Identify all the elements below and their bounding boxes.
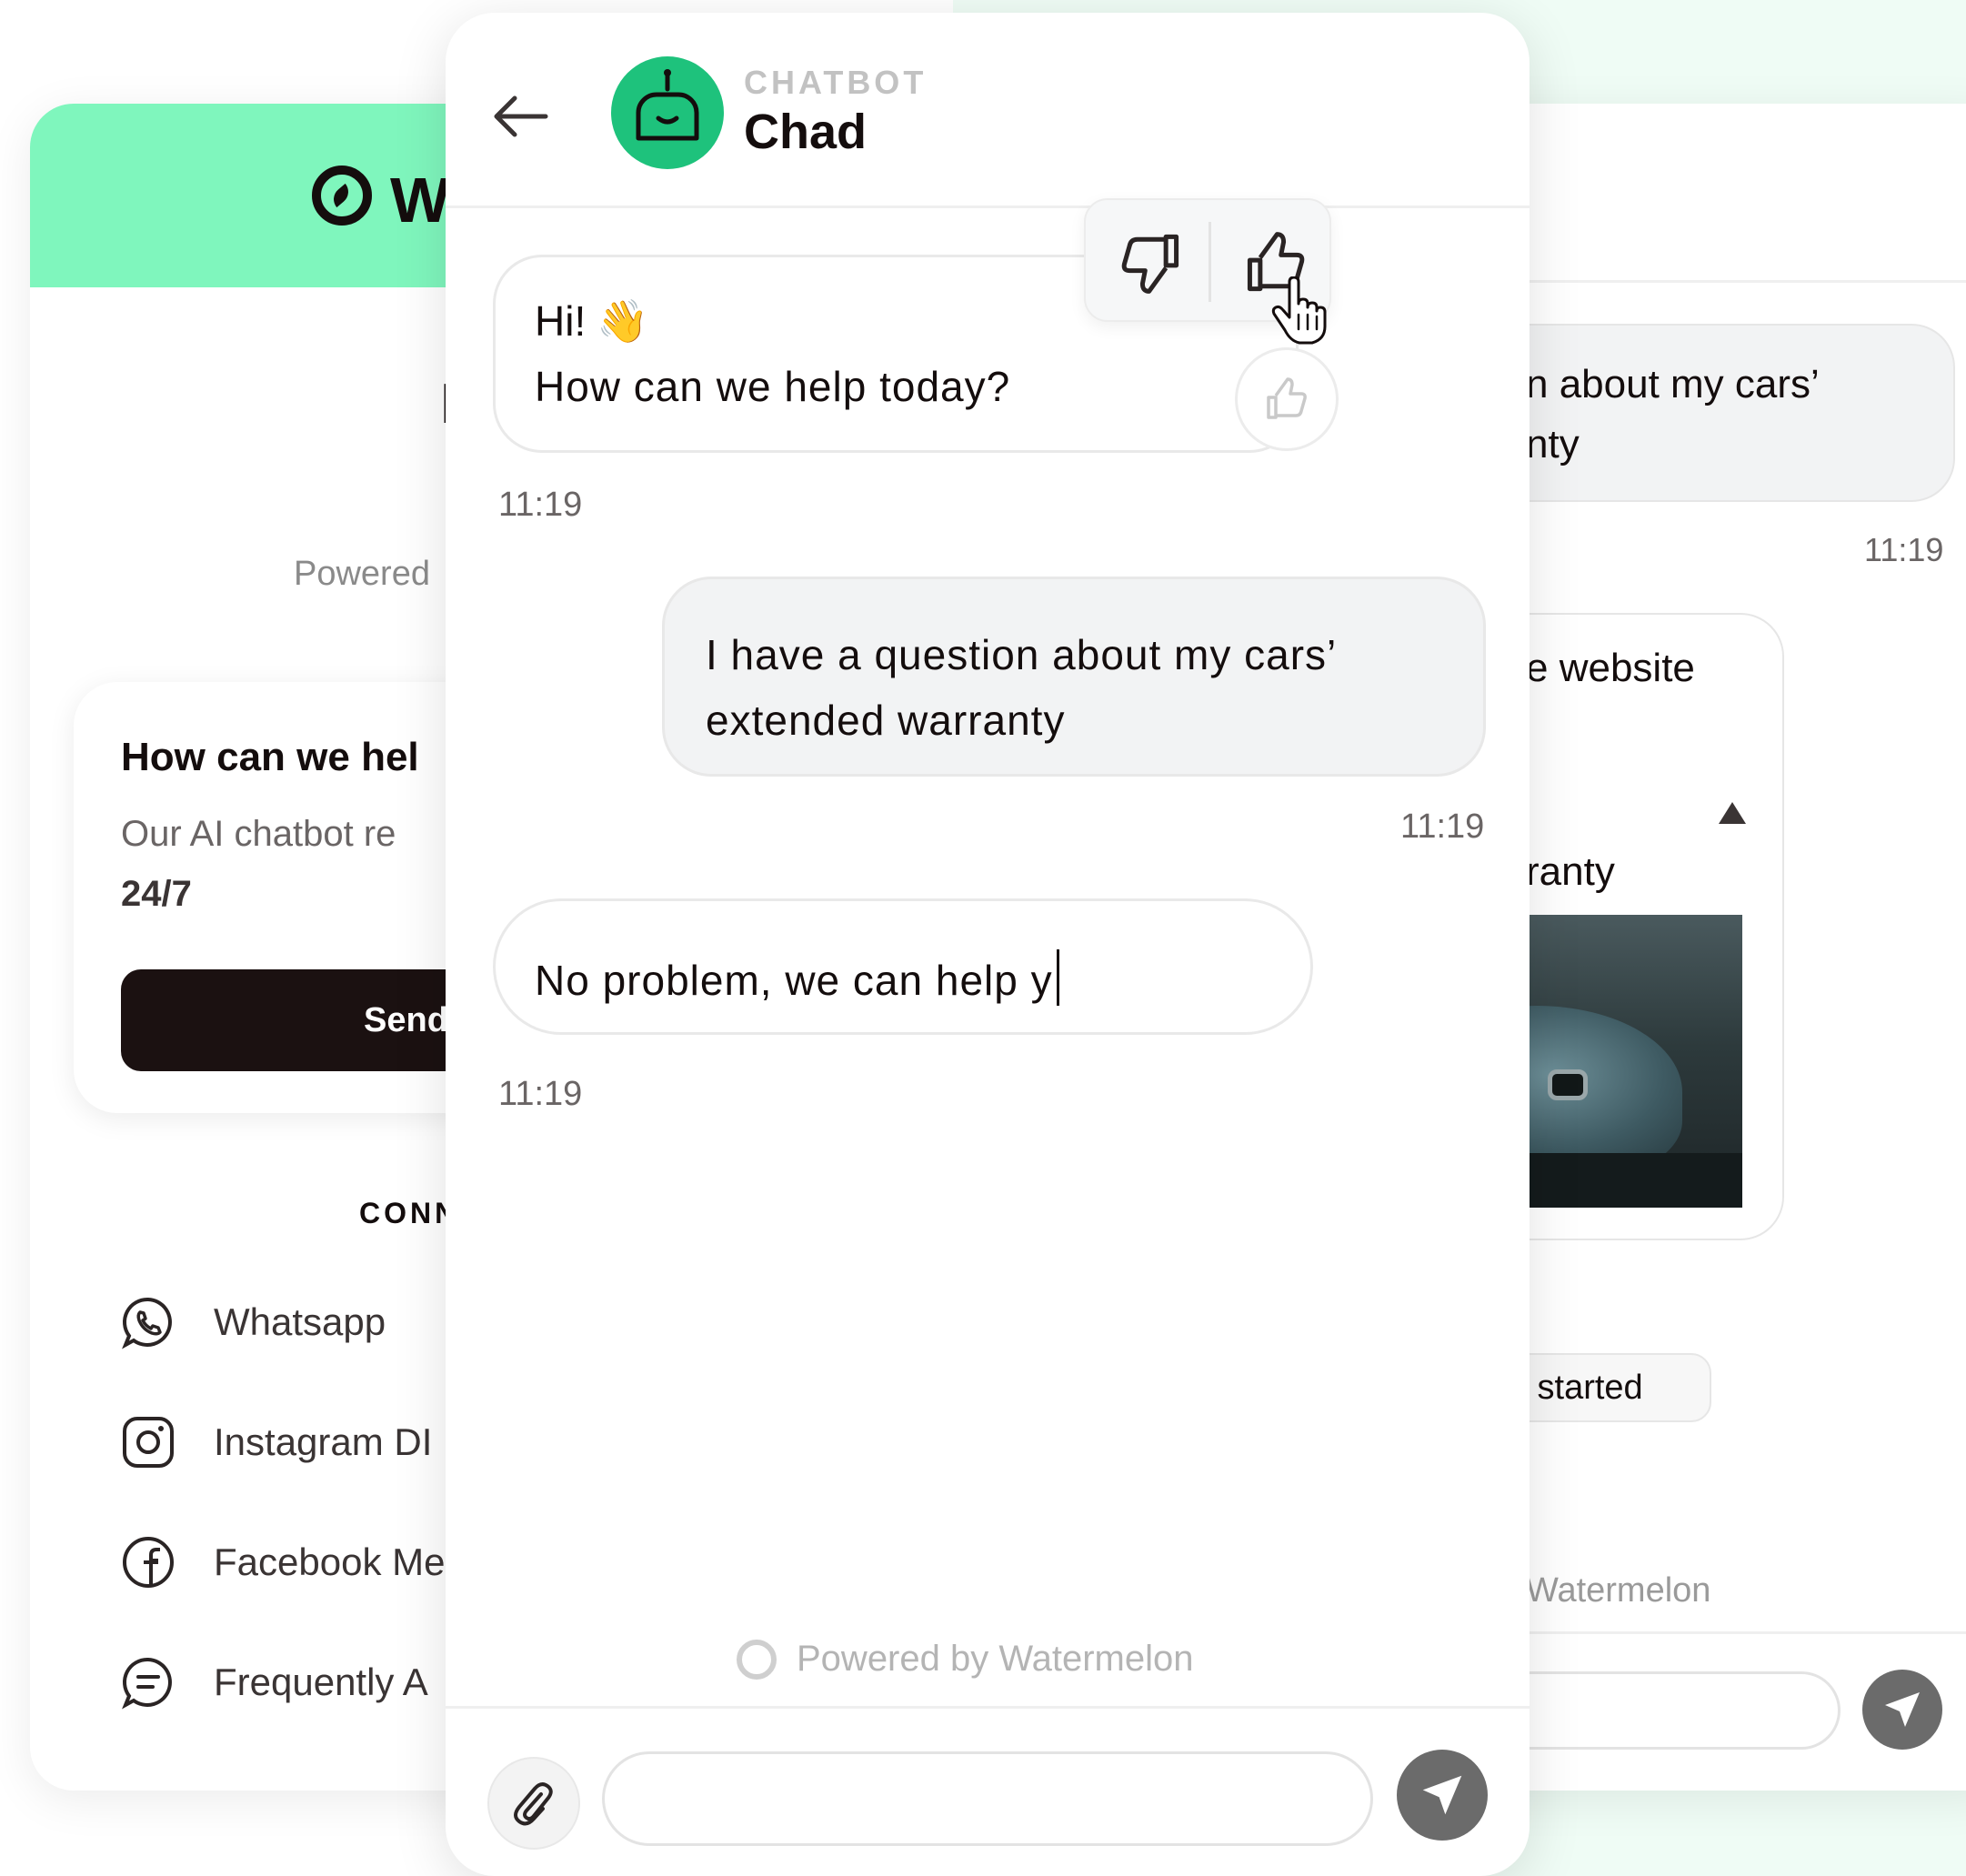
- attachment-icon: [514, 1782, 553, 1826]
- chatbot-name: Chad: [744, 105, 867, 159]
- watermelon-logo-icon: [312, 166, 372, 226]
- help-card-title: How can we hel: [121, 735, 419, 779]
- arrow-left-icon: [494, 95, 548, 137]
- header-kicker: CHATBOT: [744, 64, 928, 101]
- greeting-text: Hi!: [535, 297, 587, 345]
- hand-pointer-icon: [1271, 276, 1327, 345]
- bot-message-line: How can we help today?: [535, 363, 1011, 410]
- back-button[interactable]: [487, 84, 553, 149]
- send-button[interactable]: [1862, 1670, 1942, 1750]
- connect-item-faq[interactable]: Frequently A: [119, 1653, 428, 1711]
- connect-item-label: Whatsapp: [214, 1300, 386, 1343]
- message-time: 11:19: [1400, 808, 1485, 846]
- facebook-icon: [119, 1533, 177, 1591]
- attach-button[interactable]: [487, 1757, 580, 1850]
- thumbs-up-icon: [1267, 377, 1307, 419]
- powered-by-text: Watermelon: [1526, 1571, 1711, 1610]
- faq-chat-icon: [119, 1653, 177, 1711]
- dislike-button[interactable]: [1109, 222, 1191, 304]
- connect-item-label: Instagram DI: [214, 1420, 433, 1463]
- whatsapp-icon: [119, 1293, 177, 1351]
- waving-hand-emoji: 👋: [597, 297, 649, 345]
- message-time: 11:19: [1864, 531, 1944, 568]
- send-button[interactable]: [1397, 1750, 1488, 1841]
- bot-card-text: ranty: [1526, 849, 1615, 894]
- connect-item-whatsapp[interactable]: Whatsapp: [119, 1293, 386, 1351]
- powered-by: Powered by Watermelon: [737, 1639, 1193, 1680]
- car-grill-right: [1548, 1069, 1588, 1100]
- chatbot-avatar: [611, 56, 724, 169]
- connect-item-instagram[interactable]: Instagram DI: [119, 1413, 432, 1471]
- bot-typing-text: No problem, we can help y: [535, 949, 1059, 1006]
- instagram-icon: [119, 1413, 177, 1471]
- connect-item-facebook[interactable]: Facebook Me: [119, 1533, 445, 1591]
- brand-name: W: [390, 165, 451, 236]
- divider: [1209, 222, 1211, 302]
- message-time: 11:19: [498, 1075, 583, 1113]
- connect-section-label: CONN: [359, 1197, 460, 1229]
- user-message-text: n about my cars’ nty: [1526, 355, 1820, 475]
- connect-item-label: Facebook Me: [214, 1540, 446, 1583]
- connect-item-label: Frequently A: [214, 1660, 428, 1703]
- bot-message-line: Hi! 👋: [535, 296, 649, 346]
- text-caret: [1056, 949, 1059, 1006]
- send-icon: [1885, 1692, 1920, 1727]
- message-line: nty: [1526, 422, 1580, 466]
- send-icon: [1422, 1775, 1462, 1815]
- message-line: I have a question about my cars’: [706, 631, 1338, 678]
- chat-panel: CHATBOT Chad Hi! 👋 How can we help today?…: [446, 13, 1530, 1876]
- user-message-text: I have a question about my cars’ extende…: [706, 622, 1337, 753]
- message-input[interactable]: [602, 1751, 1373, 1846]
- message-line: n about my cars’: [1526, 362, 1820, 406]
- bot-card-text: e website: [1526, 646, 1695, 690]
- powered-by-text: Powered by Watermelon: [797, 1639, 1194, 1679]
- robot-icon: [636, 69, 699, 141]
- divider: [446, 206, 1530, 208]
- message-time: 11:19: [498, 486, 583, 524]
- reaction-like-button[interactable]: [1235, 347, 1339, 451]
- hero-powered-text: Powered: [294, 555, 430, 593]
- typing-text: No problem, we can help y: [535, 957, 1053, 1004]
- message-line: extended warranty: [706, 697, 1066, 744]
- divider: [446, 1706, 1530, 1709]
- thumbs-down-icon: [1121, 234, 1179, 294]
- triangle-up-icon[interactable]: [1719, 802, 1746, 824]
- watermelon-logo-icon: [737, 1639, 777, 1680]
